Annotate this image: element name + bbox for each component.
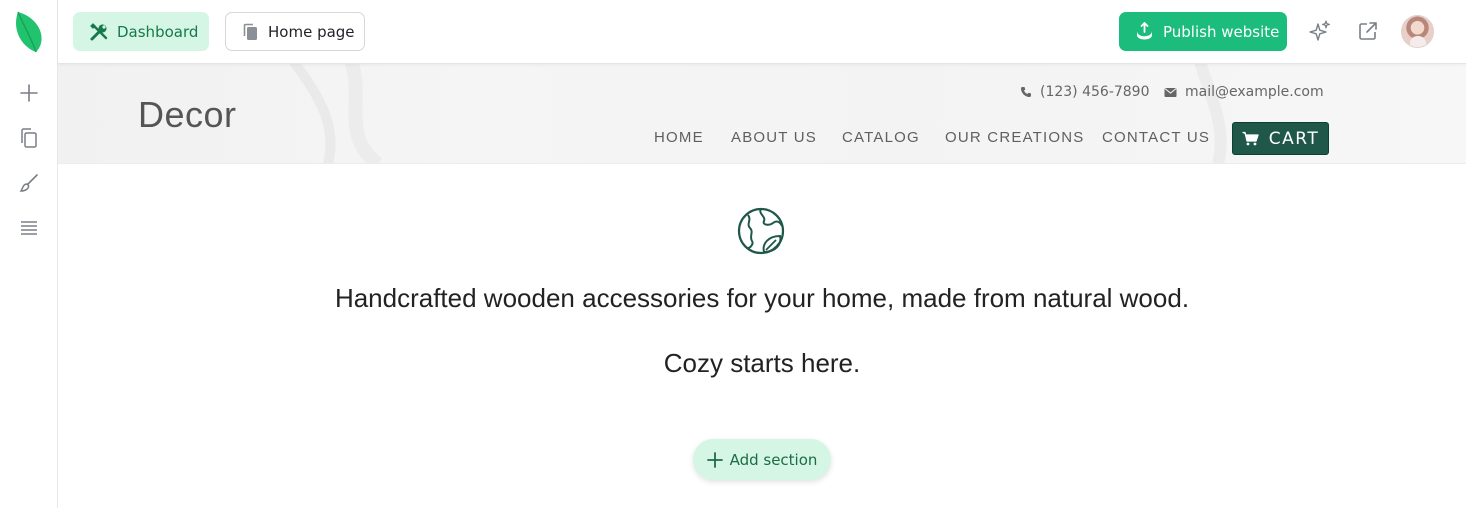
- pages-icon: [243, 23, 257, 40]
- publish-website-button[interactable]: Publish website: [1119, 12, 1287, 51]
- pages-icon: [21, 128, 37, 148]
- publish-label: Publish website: [1163, 22, 1280, 41]
- left-sidebar: [0, 0, 58, 508]
- ai-sparkle-button[interactable]: [1305, 16, 1335, 46]
- page-selector-button[interactable]: Home page: [225, 12, 365, 51]
- add-element-button[interactable]: [14, 78, 44, 108]
- site-email-text: mail@example.com: [1185, 84, 1324, 100]
- nav-contact-us[interactable]: CONTACT US: [1102, 129, 1210, 146]
- cart-icon: [1242, 131, 1259, 146]
- cart-label: CART: [1268, 128, 1320, 149]
- dashboard-button[interactable]: Dashboard: [73, 12, 209, 51]
- site-phone-text: (123) 456-7890: [1040, 84, 1150, 100]
- dashboard-label: Dashboard: [117, 22, 199, 41]
- site-header: Decor (123) 456-7890 mail@example.com HO…: [58, 64, 1466, 164]
- open-external-button[interactable]: [1353, 16, 1383, 46]
- site-phone[interactable]: (123) 456-7890: [1020, 84, 1150, 100]
- brush-icon: [19, 174, 38, 192]
- plus-icon: [20, 84, 38, 102]
- design-button[interactable]: [14, 168, 44, 198]
- nav-our-creations[interactable]: OUR CREATIONS: [945, 129, 1085, 146]
- site-email[interactable]: mail@example.com: [1164, 84, 1324, 100]
- top-toolbar: Dashboard Home page Publish website: [58, 0, 1466, 64]
- cart-button[interactable]: CART: [1232, 122, 1329, 155]
- external-link-icon: [1359, 22, 1377, 40]
- nav-catalog[interactable]: CATALOG: [842, 129, 920, 146]
- sparkle-icon: [1309, 20, 1330, 41]
- user-avatar[interactable]: [1401, 15, 1434, 48]
- add-section-button[interactable]: Add section: [693, 439, 831, 480]
- add-section-label: Add section: [729, 450, 818, 469]
- plus-icon: [706, 451, 723, 468]
- hero-tagline[interactable]: Handcrafted wooden accessories for your …: [58, 283, 1466, 314]
- app-logo-leaf-icon[interactable]: [14, 10, 44, 54]
- tools-icon: [90, 22, 108, 40]
- current-page-label: Home page: [268, 22, 355, 41]
- layers-icon: [21, 221, 37, 235]
- globe-leaf-icon: [737, 207, 785, 255]
- decorative-leaf-image: [289, 64, 383, 163]
- phone-icon: [1021, 87, 1031, 97]
- nav-home[interactable]: HOME: [654, 129, 704, 146]
- site-brand[interactable]: Decor: [138, 94, 237, 136]
- pages-button[interactable]: [14, 123, 44, 153]
- layers-button[interactable]: [14, 213, 44, 243]
- nav-about-us[interactable]: ABOUT US: [731, 129, 817, 146]
- hero-subtitle[interactable]: Cozy starts here.: [58, 348, 1466, 379]
- publish-icon: [1137, 22, 1152, 40]
- envelope-icon: [1164, 87, 1177, 97]
